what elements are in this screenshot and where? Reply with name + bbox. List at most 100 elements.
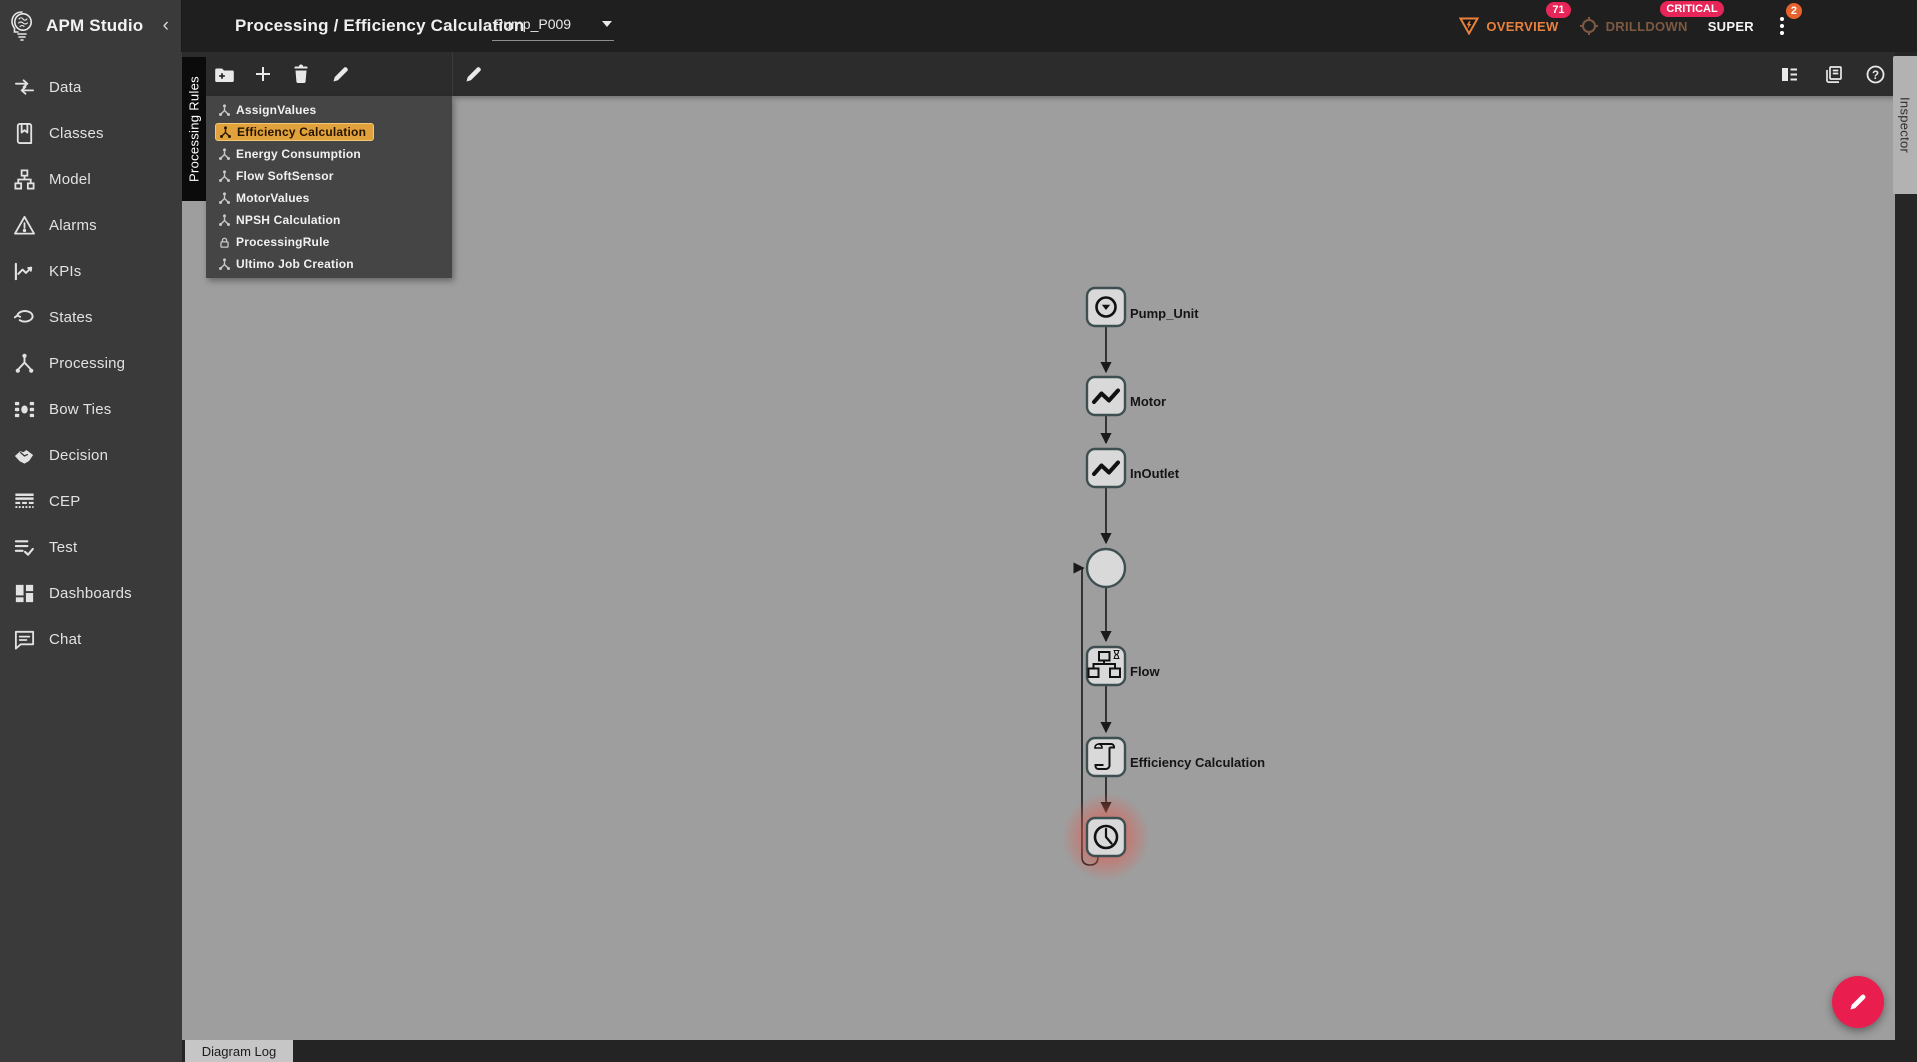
asset-selector-value: Pump_P009 (494, 15, 572, 32)
node-clock-timer[interactable] (1085, 816, 1127, 858)
menu-count-badge: 2 (1785, 3, 1802, 19)
bottom-bar: Diagram Log (182, 1040, 1917, 1062)
rule-item-assignvalues[interactable]: AssignValues (206, 99, 452, 121)
add-folder-icon[interactable] (213, 63, 235, 85)
rule-label: MotorValues (236, 191, 310, 205)
node-pump-unit[interactable]: Pump_Unit (1085, 286, 1199, 328)
branch-icon (219, 169, 230, 182)
drilldown-button[interactable]: DRILLDOWN CRITICAL (1579, 1, 1724, 36)
rule-label: ProcessingRule (236, 235, 330, 249)
sidebar-item-chat[interactable]: Chat (0, 616, 182, 662)
critical-badge: CRITICAL (1660, 1, 1724, 17)
sidebar-item-alarms[interactable]: Alarms (0, 202, 182, 248)
sidebar-item-test[interactable]: Test (0, 524, 182, 570)
rule-label: Energy Consumption (236, 147, 361, 161)
sidebar-item-classes[interactable]: Classes (0, 110, 182, 156)
loop-arrow-icon (13, 309, 34, 322)
alert-triangle-icon (1459, 17, 1480, 35)
inspector-tab[interactable]: Inspector (1893, 56, 1917, 194)
layout-list-icon[interactable] (1778, 63, 1800, 85)
processing-rules-tab[interactable]: Processing Rules (182, 57, 206, 201)
crosshair-icon (1579, 17, 1598, 35)
svg-text:?: ? (1871, 69, 1878, 81)
breadcrumb: Processing / Efficiency Calculation (235, 16, 525, 35)
sidebar-item-bow-ties[interactable]: Bow Ties (0, 386, 182, 432)
edit-icon[interactable] (463, 63, 485, 85)
sidebar-item-model[interactable]: Model (0, 156, 182, 202)
rule-item-flow-softsensor[interactable]: Flow SoftSensor (206, 165, 452, 187)
rule-label: AssignValues (236, 103, 317, 117)
lock-icon (220, 237, 229, 248)
sidebar-item-label: Decision (49, 446, 109, 464)
hierarchy-icon (14, 168, 35, 190)
data-flow-icon (14, 78, 35, 95)
stream-rows-icon (15, 493, 34, 508)
overview-count-badge: 71 (1546, 2, 1571, 18)
sidebar-item-processing[interactable]: Processing (0, 340, 182, 386)
sidebar-collapse-chevron[interactable]: ‹ (163, 15, 181, 37)
node-motor[interactable]: Motor (1085, 375, 1166, 417)
asset-selector[interactable]: Pump_P009 (492, 9, 614, 41)
add-icon[interactable] (252, 63, 274, 85)
delete-icon[interactable] (290, 63, 312, 85)
handshake-icon (14, 449, 34, 464)
overview-label: OVERVIEW (1486, 18, 1559, 34)
sidebar-item-label: Classes (49, 124, 104, 142)
node-efficiency-calculation[interactable]: Efficiency Calculation (1085, 736, 1265, 778)
app-header: APM Studio ‹ Processing / Efficiency Cal… (0, 0, 1917, 52)
kebab-menu-icon[interactable]: 2 (1774, 3, 1802, 39)
warning-triangle-icon (14, 215, 35, 235)
sidebar-item-label: Data (49, 78, 82, 96)
sidebar-item-data[interactable]: Data (0, 64, 182, 110)
sidebar-item-cep[interactable]: CEP (0, 478, 182, 524)
branch-icon (220, 125, 231, 138)
sidebar-item-label: Bow Ties (49, 400, 112, 418)
node-label: Efficiency Calculation (1130, 755, 1265, 770)
rule-label: Efficiency Calculation (237, 125, 367, 139)
line-chart-icon (14, 262, 33, 280)
user-role-label: SUPER (1707, 18, 1754, 34)
sidebar-item-states[interactable]: States (0, 294, 182, 340)
node-label: Flow (1130, 664, 1160, 679)
app-title: APM Studio (46, 16, 144, 35)
rule-label: Flow SoftSensor (236, 169, 334, 183)
branch-icon (219, 213, 230, 226)
help-icon[interactable]: ? (1864, 63, 1886, 85)
node-junction-circle[interactable] (1085, 547, 1127, 589)
edit-diagram-fab[interactable] (1832, 976, 1884, 1028)
edit-rule-icon[interactable] (330, 63, 352, 85)
pencil-icon (1850, 994, 1866, 1010)
rule-item-efficiency-calculation[interactable]: Efficiency Calculation (206, 121, 452, 143)
rule-item-energy-consumption[interactable]: Energy Consumption (206, 143, 452, 165)
sidebar-item-kpis[interactable]: KPIs (0, 248, 182, 294)
node-label: InOutlet (1130, 466, 1180, 481)
dashboard-grid-icon (15, 584, 34, 602)
sidebar-item-decision[interactable]: Decision (0, 432, 182, 478)
rule-label: NPSH Calculation (236, 213, 341, 227)
rule-item-processingrule[interactable]: ProcessingRule (206, 231, 452, 253)
branch-icon (219, 191, 230, 204)
node-flow[interactable]: Flow (1085, 645, 1160, 687)
toolbar-divider (452, 52, 453, 96)
checklist-icon (14, 539, 34, 556)
chat-bubble-icon (14, 630, 35, 650)
processing-rules-list: AssignValues Efficiency Calculation Ener… (206, 96, 452, 278)
sidebar-item-label: Alarms (49, 216, 97, 234)
rule-label: Ultimo Job Creation (236, 257, 354, 271)
right-edge-strip (1895, 52, 1917, 1062)
brain-head-icon (11, 11, 32, 41)
rule-item-motorvalues[interactable]: MotorValues (206, 187, 452, 209)
node-label: Pump_Unit (1130, 306, 1199, 321)
sidebar-item-label: Model (49, 170, 91, 188)
branch-icon (219, 257, 230, 270)
sidebar-item-dashboards[interactable]: Dashboards (0, 570, 182, 616)
rule-item-npsh-calculation[interactable]: NPSH Calculation (206, 209, 452, 231)
overview-button[interactable]: OVERVIEW 71 (1459, 2, 1571, 35)
rule-item-ultimo-job-creation[interactable]: Ultimo Job Creation (206, 253, 452, 275)
sidebar-item-label: Dashboards (49, 584, 132, 602)
branch-icon (15, 353, 34, 373)
diagram-log-tab[interactable]: Diagram Log (185, 1040, 293, 1062)
node-inoutlet[interactable]: InOutlet (1085, 447, 1180, 489)
caret-down-icon (602, 20, 612, 27)
copy-pages-icon[interactable] (1822, 63, 1844, 85)
